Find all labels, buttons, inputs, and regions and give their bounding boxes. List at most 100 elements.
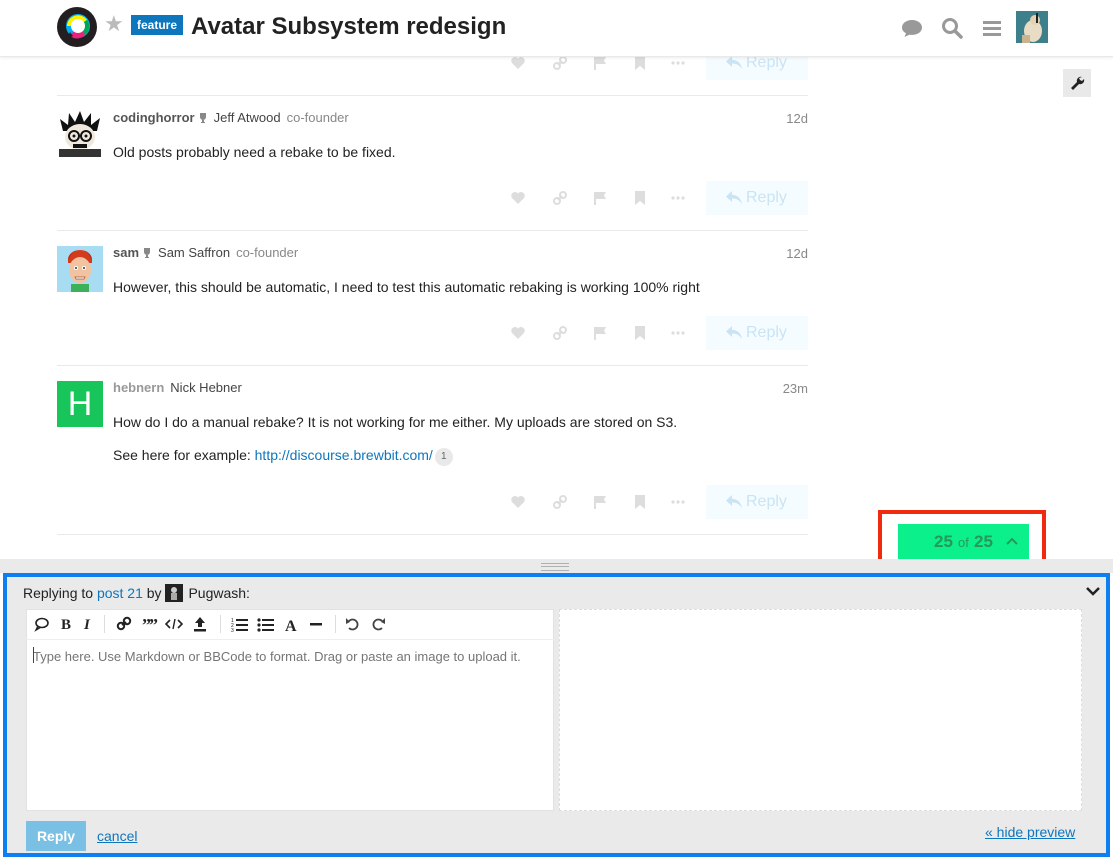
bullet-list-icon[interactable] [257, 616, 275, 632]
svg-text:I: I [83, 617, 91, 632]
post-body: However, this should be automatic, I nee… [113, 279, 700, 295]
post-meta: hebnern Nick Hebner [113, 380, 242, 396]
bookmark-icon[interactable] [632, 190, 648, 206]
reply-button[interactable]: Reply [706, 485, 808, 519]
editor-toolbar: B I ”” 123 A [26, 609, 554, 640]
like-icon[interactable] [510, 190, 526, 206]
link-icon[interactable] [552, 190, 568, 206]
grip-icon[interactable] [541, 563, 569, 571]
toolbar-divider [104, 615, 105, 633]
progress-total: 25 [974, 532, 993, 551]
svg-text:”: ” [149, 616, 158, 632]
svg-text:A: A [285, 618, 297, 632]
like-icon[interactable] [510, 55, 526, 71]
user-title: co-founder [286, 110, 349, 125]
horizontal-rule-icon[interactable] [307, 616, 325, 632]
progress-current: 25 [934, 532, 953, 551]
user-title: co-founder [236, 245, 299, 260]
more-icon[interactable] [670, 494, 686, 510]
post-link[interactable]: http://discourse.brewbit.com/ [255, 447, 433, 463]
star-icon[interactable]: ★ [104, 13, 124, 35]
chat-icon[interactable] [900, 16, 924, 40]
flag-icon[interactable] [592, 190, 608, 206]
logo-icon[interactable] [57, 7, 97, 47]
submit-reply-button[interactable]: Reply [26, 821, 86, 851]
italic-icon[interactable]: I [79, 616, 97, 632]
username[interactable]: hebnern [113, 380, 164, 395]
site-header: ★ feature Avatar Subsystem redesign [0, 0, 1113, 57]
wrench-icon [1071, 76, 1085, 90]
post-date[interactable]: 12d [760, 246, 808, 261]
bookmark-icon[interactable] [632, 494, 648, 510]
post-meta: sam Sam Saffron co-founder [113, 245, 298, 261]
username[interactable]: sam [113, 245, 139, 260]
full-name: Nick Hebner [170, 380, 242, 395]
reply-button[interactable]: Reply [706, 316, 808, 350]
category-badge[interactable]: feature [131, 15, 184, 35]
flag-icon[interactable] [592, 325, 608, 341]
search-icon[interactable] [940, 16, 964, 40]
post-actions: Reply [508, 316, 808, 350]
hamburger-icon[interactable] [980, 16, 1004, 40]
more-icon[interactable] [670, 190, 686, 206]
post-body: How do I do a manual rebake? It is not w… [113, 414, 678, 430]
reply-icon [726, 326, 742, 339]
link-icon[interactable] [115, 616, 133, 632]
post-body: Old posts probably need a rebake to be f… [113, 144, 396, 160]
chevron-up-icon[interactable] [1006, 536, 1018, 546]
reply-icon [726, 56, 742, 69]
bookmark-icon[interactable] [632, 55, 648, 71]
reply-textarea[interactable] [33, 647, 543, 665]
bold-icon[interactable]: B [57, 616, 75, 632]
code-icon[interactable] [165, 616, 183, 632]
post-divider [57, 534, 808, 535]
flag-icon[interactable] [592, 494, 608, 510]
like-icon[interactable] [510, 325, 526, 341]
progress-of: of [958, 535, 969, 550]
avatar [165, 584, 184, 602]
topic-progress[interactable]: 25 of 25 [898, 524, 1029, 559]
post-meta: codinghorror Jeff Atwood co-founder [113, 110, 349, 126]
chevron-down-icon[interactable] [1086, 586, 1100, 596]
undo-icon[interactable] [344, 616, 362, 632]
bookmark-icon[interactable] [632, 325, 648, 341]
blockquote-icon[interactable]: ”” [140, 616, 158, 632]
quote-bubble-icon[interactable] [33, 616, 51, 632]
avatar[interactable] [57, 111, 103, 157]
hide-preview-link[interactable]: « hide preview [985, 824, 1075, 840]
heading-icon[interactable]: A [283, 616, 301, 632]
link-icon[interactable] [552, 325, 568, 341]
admin-wrench-button[interactable] [1063, 69, 1091, 97]
post-date[interactable]: 12d [760, 111, 808, 126]
post-divider [57, 365, 808, 366]
link-icon[interactable] [552, 55, 568, 71]
cancel-link[interactable]: cancel [97, 828, 137, 844]
reply-icon [726, 495, 742, 508]
avatar[interactable] [57, 246, 103, 292]
reply-post-link[interactable]: post 21 [97, 585, 143, 601]
avatar[interactable]: H [57, 381, 103, 427]
upload-icon[interactable] [191, 616, 209, 632]
trophy-icon [144, 248, 151, 258]
flag-icon[interactable] [592, 55, 608, 71]
topic-title[interactable]: Avatar Subsystem redesign [191, 12, 506, 42]
post-body-link-line: See here for example: http://discourse.b… [113, 446, 453, 466]
redo-icon[interactable] [369, 616, 387, 632]
reply-button[interactable]: Reply [706, 181, 808, 215]
post-divider [57, 95, 808, 96]
username[interactable]: codinghorror [113, 110, 195, 125]
reply-user: Pugwash: [188, 585, 250, 601]
text-caret [33, 647, 34, 663]
more-icon[interactable] [670, 55, 686, 71]
user-avatar[interactable] [1016, 11, 1048, 43]
preview-pane [559, 609, 1082, 811]
more-icon[interactable] [670, 325, 686, 341]
svg-text:3: 3 [231, 628, 234, 632]
like-icon[interactable] [510, 494, 526, 510]
link-icon[interactable] [552, 494, 568, 510]
post-actions: Reply [508, 181, 808, 215]
ordered-list-icon[interactable]: 123 [231, 616, 249, 632]
svg-text:B: B [61, 617, 71, 632]
post-divider [57, 230, 808, 231]
post-date[interactable]: 23m [760, 381, 808, 396]
